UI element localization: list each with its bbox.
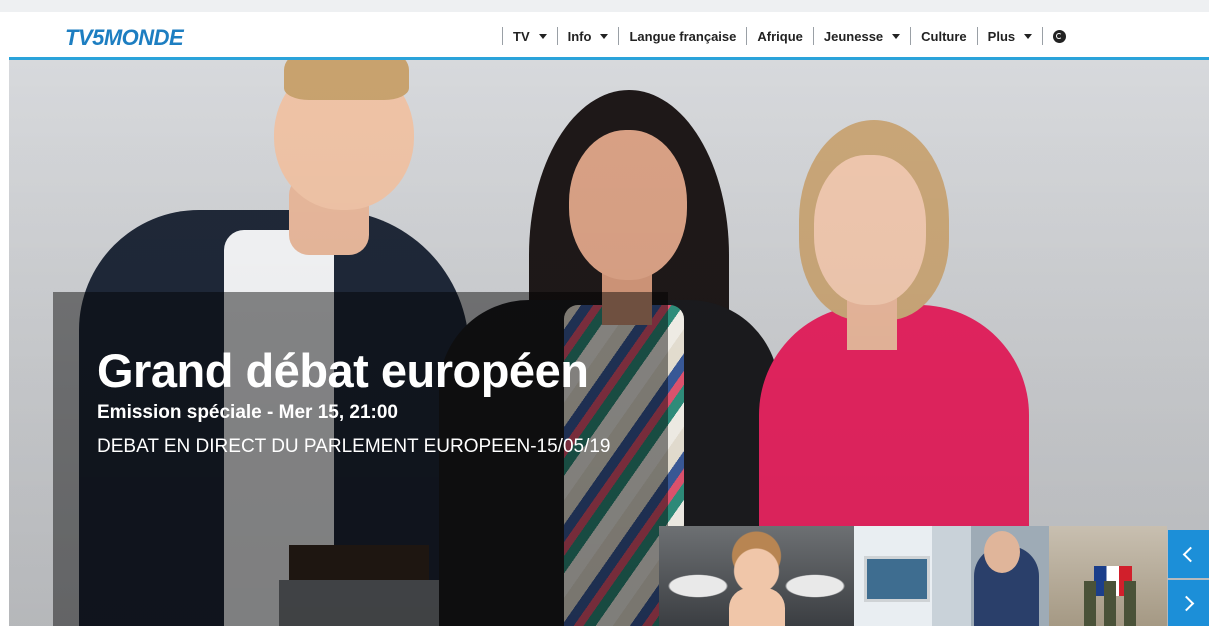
- nav-separator: [618, 27, 620, 45]
- logo-text: TV5MONDE: [65, 25, 184, 50]
- caret-down-icon: [538, 34, 547, 39]
- tv5monde-logo[interactable]: TV5MONDE: [65, 25, 184, 51]
- carousel-thumbnail-1[interactable]: [659, 526, 854, 626]
- carousel-thumbnails: [659, 526, 1167, 626]
- nav-label: Info: [567, 28, 592, 44]
- nav-label: Plus: [987, 28, 1016, 44]
- thumbnail-figure: [729, 588, 785, 626]
- thumbnail-figure-head: [984, 531, 1020, 573]
- carousel-thumbnail-2[interactable]: [854, 526, 1049, 626]
- nav-label: Culture: [921, 28, 967, 44]
- nav-item-info[interactable]: Info: [568, 29, 609, 44]
- nav-label: Jeunesse: [823, 28, 884, 44]
- thumbnail-soldier: [1104, 581, 1116, 626]
- nav-item-culture[interactable]: Culture: [921, 29, 967, 44]
- nav-item-jeunesse[interactable]: Jeunesse: [823, 28, 901, 44]
- nav-label: TV: [513, 28, 530, 44]
- nav-separator: [556, 27, 558, 45]
- nav-item-tv[interactable]: TV: [513, 29, 547, 44]
- thumbnail-monitor: [864, 556, 930, 602]
- carousel-prev-button[interactable]: [1168, 530, 1209, 578]
- nav-label: Langue française: [629, 28, 737, 44]
- nav-separator: [502, 27, 503, 45]
- nav-separator: [746, 27, 748, 45]
- hero-description: DEBAT EN DIRECT DU PARLEMENT EUROPEEN-15…: [97, 436, 611, 457]
- nav-separator: [812, 27, 814, 45]
- caret-down-icon: [600, 34, 609, 39]
- nav-item-plus[interactable]: Plus: [987, 28, 1033, 44]
- language-globe-button[interactable]: [1053, 29, 1067, 43]
- hero-subtitle: Emission spéciale - Mer 15, 21:00: [97, 402, 398, 423]
- carousel-next-button[interactable]: [1168, 580, 1209, 626]
- nav-label: Afrique: [757, 28, 803, 44]
- carousel-thumbnail-3[interactable]: [1049, 526, 1167, 626]
- globe-icon: [1053, 29, 1067, 43]
- chevron-left-icon: [1182, 546, 1199, 562]
- thumbnail-soldier: [1084, 581, 1096, 626]
- thumbnail-soldier: [1124, 581, 1136, 626]
- nav-separator: [910, 27, 912, 45]
- nav-item-afrique[interactable]: Afrique: [757, 29, 803, 44]
- page: TV5MONDE TV Info Langue française Afriqu…: [0, 0, 1209, 626]
- nav-separator: [1042, 27, 1044, 45]
- caret-down-icon: [1024, 34, 1033, 39]
- top-strip: [0, 0, 1209, 12]
- hero-title[interactable]: Grand débat européen: [97, 343, 589, 398]
- main-nav: TV Info Langue française Afrique Jeuness…: [492, 24, 1067, 48]
- nav-separator: [976, 27, 978, 45]
- nav-item-langue-francaise[interactable]: Langue française: [629, 29, 736, 44]
- caret-down-icon: [892, 34, 901, 39]
- chevron-right-icon: [1178, 595, 1195, 611]
